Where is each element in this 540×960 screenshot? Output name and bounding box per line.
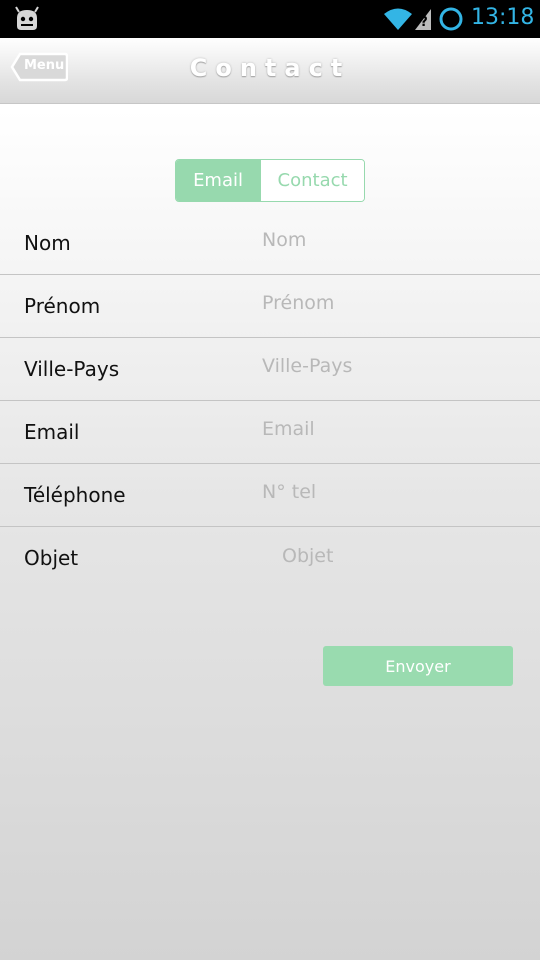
form-row-nom: Nom [0, 212, 540, 275]
prenom-input[interactable] [262, 288, 512, 318]
email-label: Email [24, 420, 80, 444]
form-row-objet: Objet [0, 527, 540, 617]
page-title: Contact [189, 54, 351, 82]
prenom-label: Prénom [24, 294, 101, 318]
form-row-prenom: Prénom [0, 275, 540, 338]
ville-pays-input[interactable] [262, 351, 512, 381]
ville-pays-label: Ville-Pays [24, 357, 120, 381]
tab-email[interactable]: Email [176, 160, 261, 201]
send-button[interactable]: Envoyer [323, 646, 513, 686]
form-row-telephone: Téléphone [0, 464, 540, 527]
objet-label: Objet [24, 546, 79, 570]
svg-text:?: ? [420, 15, 428, 30]
telephone-label: Téléphone [24, 483, 126, 507]
sync-icon [439, 7, 463, 31]
telephone-input[interactable] [262, 477, 512, 507]
email-input[interactable] [262, 414, 512, 444]
nom-input[interactable] [262, 225, 512, 255]
form-row-email: Email [0, 401, 540, 464]
navigation-header: Menu Contact [0, 38, 540, 104]
form-row-ville-pays: Ville-Pays [0, 338, 540, 401]
signal-unknown-icon: ? [415, 9, 431, 30]
status-clock: 13:18 [471, 5, 535, 30]
android-icon [15, 6, 39, 30]
status-bar: ? 13:18 [0, 0, 540, 38]
wifi-icon [384, 8, 412, 30]
nom-label: Nom [24, 231, 71, 255]
tab-contact[interactable]: Contact [260, 160, 364, 201]
objet-textarea[interactable] [282, 545, 512, 605]
mode-segmented-control: Email Contact [175, 159, 365, 202]
